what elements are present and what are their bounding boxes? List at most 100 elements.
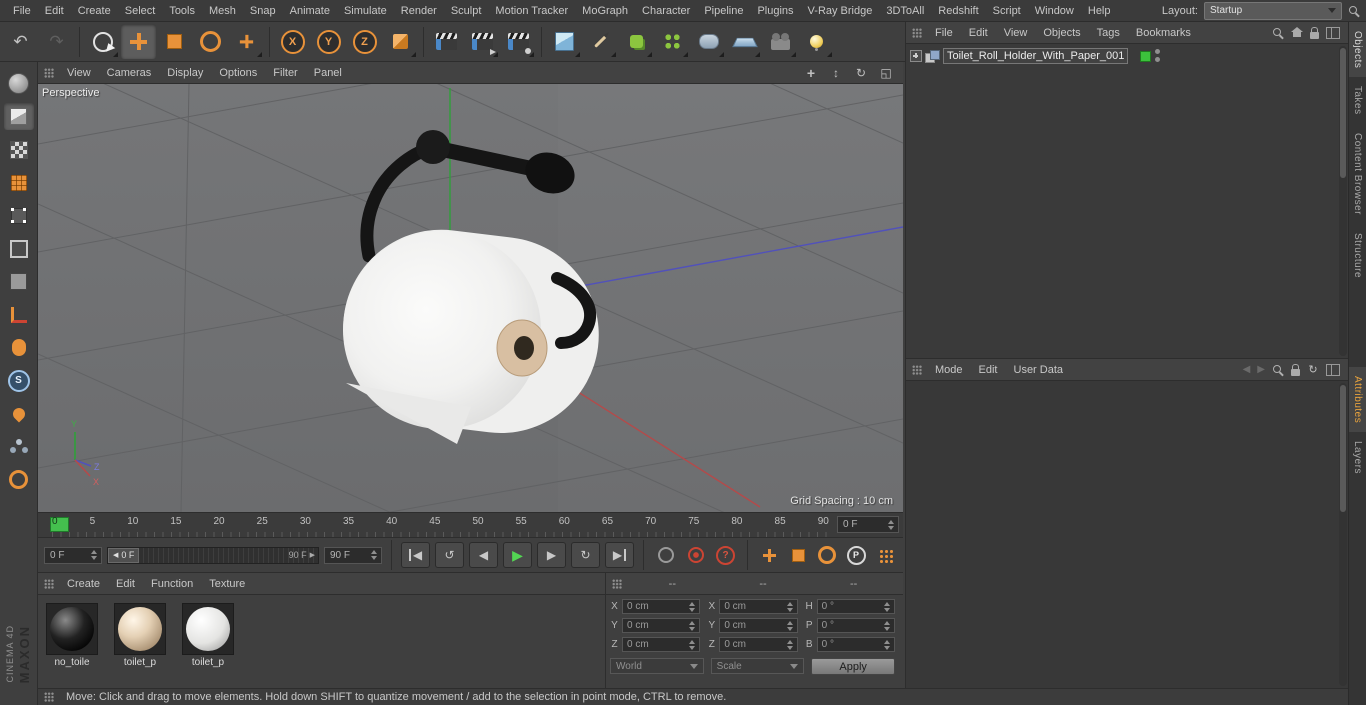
camera-label[interactable]: Perspective xyxy=(42,87,99,99)
stepper-icon[interactable] xyxy=(687,621,697,631)
stepper-icon[interactable] xyxy=(687,640,697,650)
stepper-icon[interactable] xyxy=(785,602,795,612)
timeline-power-slider[interactable]: ◀ 0 F 90 F ▶ xyxy=(107,546,319,564)
deformer-button[interactable] xyxy=(691,24,726,59)
render-picture-viewer-button[interactable] xyxy=(465,24,500,59)
drag-handle-icon[interactable] xyxy=(44,67,54,78)
texture-mode-button[interactable] xyxy=(4,136,34,163)
drag-handle-icon[interactable] xyxy=(44,578,54,589)
menu-item-snap[interactable]: Snap xyxy=(243,0,283,22)
floor-button[interactable] xyxy=(727,24,762,59)
world-dropdown[interactable]: World xyxy=(610,658,704,674)
points-mode-button[interactable] xyxy=(4,202,34,229)
history-forward-icon[interactable]: ▶ xyxy=(1257,364,1265,375)
paint-tool-button[interactable] xyxy=(4,400,34,427)
layout-select[interactable]: Startup xyxy=(1204,1,1342,20)
timeline-ruler[interactable]: 0 5 10 15 20 25 30 35 40 45 50 55 60 65 … xyxy=(38,512,903,537)
undo-button[interactable]: ↶ xyxy=(3,24,38,59)
om-scrollbar[interactable] xyxy=(1339,46,1347,356)
am-menu-mode[interactable]: Mode xyxy=(927,359,971,381)
object-name[interactable]: Toilet_Roll_Holder_With_Paper_001 xyxy=(943,48,1129,64)
mat-menu-texture[interactable]: Texture xyxy=(201,573,253,595)
material-item[interactable]: toilet_p xyxy=(182,603,234,668)
play-button[interactable]: ▶ xyxy=(503,542,532,568)
search-icon[interactable] xyxy=(1272,364,1284,376)
menu-item-mograph[interactable]: MoGraph xyxy=(575,0,635,22)
last-tool-button[interactable] xyxy=(229,24,264,59)
om-menu-edit[interactable]: Edit xyxy=(961,22,996,44)
menu-item-redshift[interactable]: Redshift xyxy=(931,0,985,22)
visibility-toggles[interactable] xyxy=(1155,49,1160,62)
size-y-field[interactable]: 0 cm xyxy=(719,618,798,633)
stepper-icon[interactable] xyxy=(785,640,795,650)
scale-dropdown[interactable]: Scale xyxy=(710,658,805,674)
menu-item-help[interactable]: Help xyxy=(1081,0,1118,22)
record-point-level-toggle[interactable] xyxy=(873,544,897,566)
vp-menu-panel[interactable]: Panel xyxy=(306,62,350,84)
current-frame-field[interactable]: 0 F xyxy=(44,546,102,564)
enable-axis-button[interactable] xyxy=(4,301,34,328)
layer-color-tag[interactable] xyxy=(1140,51,1151,62)
slider-current-frame-handle[interactable]: ◀ 0 F xyxy=(108,547,140,563)
menu-item-v-ray-bridge[interactable]: V-Ray Bridge xyxy=(801,0,880,22)
am-menu-edit[interactable]: Edit xyxy=(971,359,1006,381)
lock-z-button[interactable]: Z xyxy=(347,24,382,59)
keyframe-help-button[interactable]: ? xyxy=(713,543,738,567)
object-row[interactable]: Toilet_Roll_Holder_With_Paper_001 xyxy=(910,48,1348,64)
menu-item-simulate[interactable]: Simulate xyxy=(337,0,394,22)
vp-menu-view[interactable]: View xyxy=(59,62,99,84)
material-item[interactable]: toilet_p xyxy=(114,603,166,668)
polygons-mode-button[interactable] xyxy=(4,268,34,295)
lock-icon[interactable] xyxy=(1291,363,1300,376)
frame-dropdown[interactable]: 0 F xyxy=(837,516,899,533)
vp-menu-filter[interactable]: Filter xyxy=(265,62,305,84)
menu-item-motion-tracker[interactable]: Motion Tracker xyxy=(488,0,575,22)
scale-tool-button[interactable] xyxy=(157,24,192,59)
menu-item-plugins[interactable]: Plugins xyxy=(750,0,800,22)
menu-item-file[interactable]: File xyxy=(6,0,38,22)
expand-icon[interactable] xyxy=(910,50,922,62)
object-tree[interactable]: Toilet_Roll_Holder_With_Paper_001 xyxy=(906,44,1348,358)
dolly-view-button[interactable]: ↕ xyxy=(827,64,845,82)
menu-item-sculpt[interactable]: Sculpt xyxy=(444,0,489,22)
stepper-icon[interactable] xyxy=(882,640,892,650)
tab-takes[interactable]: Takes xyxy=(1349,77,1366,124)
size-z-field[interactable]: 0 cm xyxy=(719,637,798,652)
rotate-tool-button[interactable] xyxy=(193,24,228,59)
menu-item-animate[interactable]: Animate xyxy=(283,0,337,22)
editor-visibility-dot[interactable] xyxy=(1155,49,1160,54)
move-tool-button[interactable] xyxy=(121,24,156,59)
stepper-icon[interactable] xyxy=(687,602,697,612)
drag-handle-icon[interactable] xyxy=(912,27,922,38)
goto-start-button[interactable]: ◀ xyxy=(401,542,430,568)
stepper-icon[interactable] xyxy=(785,621,795,631)
model-mode-button[interactable] xyxy=(3,103,34,130)
menu-item-window[interactable]: Window xyxy=(1028,0,1081,22)
axis-modify-button[interactable] xyxy=(4,334,34,361)
om-menu-objects[interactable]: Objects xyxy=(1035,22,1088,44)
autokey-button[interactable] xyxy=(683,543,708,567)
rotation-p-field[interactable]: 0 ° xyxy=(816,618,895,633)
prev-key-button[interactable]: ↺ xyxy=(435,542,464,568)
camera-button[interactable] xyxy=(763,24,798,59)
tab-content-browser[interactable]: Content Browser xyxy=(1349,124,1366,224)
vp-menu-options[interactable]: Options xyxy=(211,62,265,84)
panel-layout-icon[interactable] xyxy=(1326,363,1340,376)
record-scale-toggle[interactable] xyxy=(786,544,810,566)
home-icon[interactable] xyxy=(1291,27,1303,38)
material-thumbnail[interactable] xyxy=(182,603,234,655)
apply-button[interactable]: Apply xyxy=(811,658,896,675)
tab-objects[interactable]: Objects xyxy=(1348,22,1366,78)
make-editable-button[interactable] xyxy=(4,70,34,97)
drag-handle-icon[interactable] xyxy=(912,364,922,375)
menu-item-select[interactable]: Select xyxy=(118,0,163,22)
lock-y-button[interactable]: Y xyxy=(311,24,346,59)
workplane-mode-button[interactable] xyxy=(4,169,34,196)
spline-pen-button[interactable] xyxy=(583,24,618,59)
add-cube-button[interactable] xyxy=(547,24,582,59)
sync-icon[interactable]: ↻ xyxy=(1307,364,1319,376)
stepper-icon[interactable] xyxy=(886,520,896,530)
menu-item-edit[interactable]: Edit xyxy=(38,0,71,22)
panel-layout-icon[interactable] xyxy=(1326,26,1340,39)
light-button[interactable] xyxy=(799,24,834,59)
